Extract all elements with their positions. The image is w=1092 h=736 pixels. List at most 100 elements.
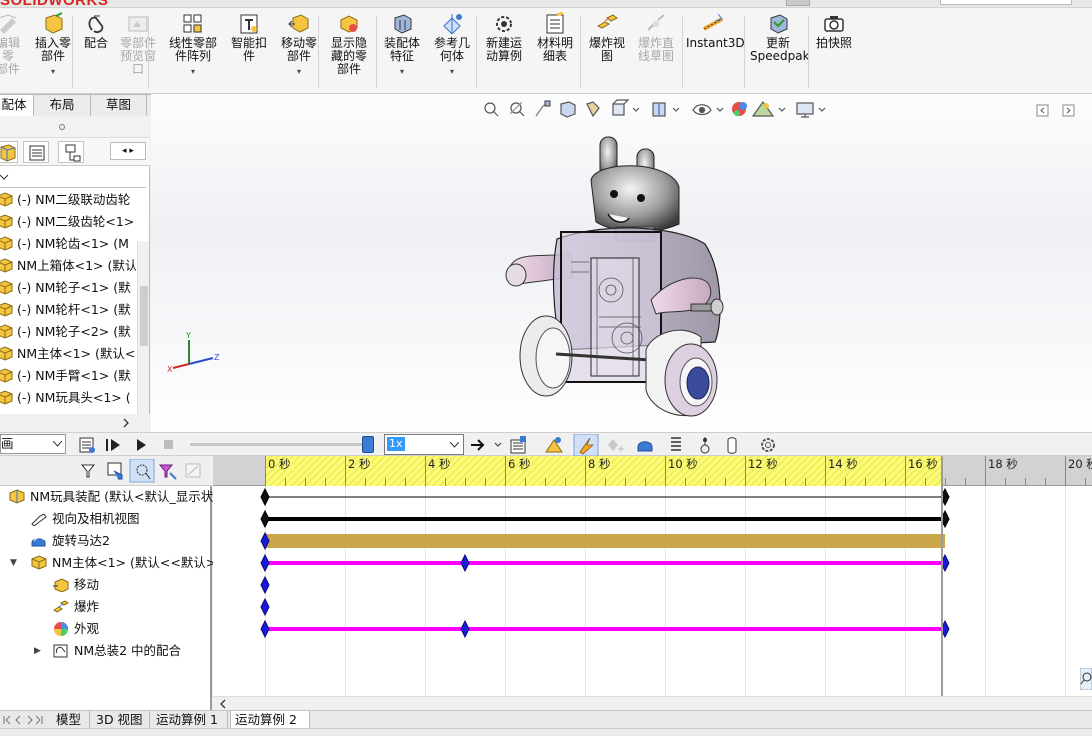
animation-wizard-icon[interactable] — [545, 437, 563, 453]
motion-tree-row[interactable]: 外观 — [52, 618, 99, 640]
feature-tree-item[interactable]: NM主体<1> (默认< — [0, 344, 136, 364]
play-icon[interactable] — [137, 439, 146, 451]
filter-selected-icon[interactable] — [129, 459, 155, 483]
ribbon-button-edit-component[interactable]: 编辑零 部件 — [0, 12, 24, 76]
filter-driving-icon[interactable] — [107, 462, 123, 480]
play-from-start-icon[interactable] — [106, 439, 120, 451]
motion-tree-row[interactable]: NM玩具装配 (默认<默认_显示状 — [8, 486, 213, 508]
playback-speed-select[interactable]: 1x — [384, 434, 464, 455]
timeline-track-bar[interactable] — [265, 534, 945, 548]
chevron-down-icon[interactable]: ▾ — [276, 65, 322, 78]
tree-filter-bar[interactable] — [0, 166, 146, 188]
ribbon-button-explode-line-sketch[interactable]: 爆炸直 线草图 — [632, 12, 680, 63]
panel-tab-arrows[interactable]: ◂ ▸ — [110, 142, 146, 160]
playback-mode-icon[interactable] — [471, 439, 502, 451]
chevron-down-icon[interactable]: ▼ — [10, 552, 17, 574]
keyframe-diamond[interactable] — [260, 575, 270, 595]
ribbon-button-assembly-features[interactable]: 装配体 特征 ▾ — [380, 12, 424, 78]
keyframe-diamond[interactable] — [460, 619, 470, 639]
timeline-track-bar[interactable] — [265, 561, 945, 565]
ribbon-button-new-motion-study[interactable]: 新建运 动算例 — [482, 12, 526, 63]
ribbon-button-instant3d[interactable]: Instant3D — [686, 12, 745, 50]
study-tab[interactable]: 运动算例 1 — [152, 711, 228, 729]
ribbon-button-linear-pattern[interactable]: 线性零部 件阵列 ▾ — [164, 12, 222, 78]
timeline-track-bar[interactable] — [265, 517, 945, 521]
keyframe-diamond[interactable] — [260, 487, 270, 507]
gravity-icon[interactable] — [727, 437, 737, 454]
search-field[interactable] — [940, 0, 1072, 5]
tree-horizontal-scrollbar[interactable] — [0, 414, 150, 432]
chevron-down-icon[interactable]: ▾ — [430, 65, 474, 78]
timeline-track-bar[interactable] — [265, 627, 945, 631]
tab-scroll-arrows[interactable] — [0, 713, 46, 727]
feature-manager-tab[interactable] — [0, 141, 18, 163]
playback-slider-thumb[interactable] — [362, 436, 374, 453]
timeline-end-bar[interactable] — [941, 456, 943, 696]
ribbon-button-exploded-view[interactable]: 爆炸视图 — [586, 12, 628, 63]
ribbon-button-insert-components[interactable]: 插入零 部件 ▾ — [30, 12, 76, 78]
autokey-icon[interactable] — [573, 434, 599, 456]
ribbon-button-component-preview[interactable]: 零部件 预览窗口 — [116, 12, 160, 76]
motion-tree-row[interactable]: ▼ NM主体<1> (默认<<默认>_ — [10, 552, 223, 574]
study-type-select[interactable]: 画 — [0, 434, 66, 454]
study-tab[interactable]: 运动算例 2 — [230, 711, 310, 729]
playback-slider-track[interactable] — [190, 443, 370, 446]
configuration-manager-tab[interactable] — [58, 141, 84, 163]
chevron-down-icon[interactable]: ▾ — [380, 65, 424, 78]
title-toolbar-button[interactable] — [786, 0, 810, 6]
motion-tree-row[interactable]: 爆炸 — [52, 596, 99, 618]
motor-icon[interactable] — [637, 441, 653, 452]
panel-toggle-icon[interactable] — [1033, 102, 1083, 120]
timeline-track-bar[interactable] — [265, 496, 945, 498]
study-tab[interactable]: 模型 — [52, 711, 90, 729]
spring-icon[interactable] — [671, 437, 681, 451]
ribbon-button-move-component[interactable]: 移动零 部件 ▾ — [276, 12, 322, 78]
collapse-handle-icon[interactable] — [0, 116, 150, 138]
motion-tree-row[interactable]: 旋转马达2 — [30, 530, 110, 552]
ribbon-button-show-hidden[interactable]: 显示隐 藏的零 部件 — [329, 12, 369, 76]
feature-tree-item[interactable]: (-) NM手臂<1> (默 — [0, 366, 136, 386]
motion-tree-row[interactable]: 移动 — [52, 574, 99, 596]
feature-tree-item[interactable]: (-) NM二级齿轮<1> — [0, 212, 136, 232]
keyframe-diamond[interactable] — [260, 597, 270, 617]
contact-icon[interactable] — [700, 437, 710, 454]
study-tab[interactable]: 3D 视图 — [92, 711, 150, 729]
feature-tree-item[interactable]: (-) NM玩具头<1> ( — [0, 388, 136, 408]
command-tab[interactable]: 配体 — [0, 94, 34, 116]
chevron-down-icon[interactable]: ▾ — [164, 65, 222, 78]
chevron-right-icon[interactable]: ▶ — [34, 640, 41, 662]
gear-icon[interactable] — [761, 438, 775, 452]
add-key-icon[interactable] — [608, 439, 624, 452]
feature-tree-item[interactable]: (-) NM轮子<1> (默 — [0, 278, 136, 298]
keyframe-diamond[interactable] — [460, 553, 470, 573]
ribbon-button-update-speedpak[interactable]: 更新 Speedpak — [750, 12, 810, 63]
timeline-area[interactable]: 0 秒2 秒4 秒6 秒8 秒10 秒12 秒14 秒16 秒18 秒20 秒 — [213, 456, 1092, 696]
feature-tree-item[interactable]: (-) NM轮杆<1> (默 — [0, 300, 136, 320]
ribbon-button-reference-geometry[interactable]: 参考几 何体 ▾ — [430, 12, 474, 78]
view-tools-icon[interactable] — [481, 98, 841, 122]
feature-tree-item[interactable]: (-) NM轮子<2> (默 — [0, 322, 136, 342]
keyframe-diamond[interactable] — [260, 619, 270, 639]
feature-tree-item[interactable]: (-) NM轮齿<1> (M — [0, 234, 136, 254]
graphics-area[interactable]: Y Z X — [151, 94, 1092, 432]
command-tab[interactable]: 布局 — [33, 94, 91, 116]
zoom-timeline-icon[interactable] — [1080, 668, 1092, 690]
motion-tree-row[interactable]: ▶ NM总装2 中的配合 — [34, 640, 181, 662]
stop-icon[interactable] — [164, 440, 173, 449]
keyframe-diamond[interactable] — [260, 509, 270, 529]
command-tab[interactable]: 草图 — [90, 94, 147, 116]
feature-tree-item[interactable]: (-) NM二级联动齿轮 — [0, 190, 136, 210]
scroll-thumb[interactable] — [140, 286, 148, 346]
timeline-scrollbar[interactable] — [213, 696, 1092, 710]
motion-tree-row[interactable]: 视向及相机视图 — [30, 508, 140, 530]
property-manager-tab[interactable] — [23, 141, 49, 163]
collapse-tree-icon[interactable] — [185, 463, 201, 478]
tree-vertical-scrollbar[interactable] — [137, 241, 149, 416]
ribbon-button-mate[interactable]: 配合 — [80, 12, 112, 50]
ribbon-button-smart-fasteners[interactable]: 智能扣件 — [226, 12, 272, 63]
robot-toy-model[interactable] — [501, 132, 741, 432]
filter-results-icon[interactable] — [158, 464, 177, 480]
calculate-icon[interactable] — [79, 437, 95, 453]
filter-animated-icon[interactable] — [80, 464, 96, 478]
ribbon-button-snapshot[interactable]: 拍快照 — [812, 12, 856, 50]
